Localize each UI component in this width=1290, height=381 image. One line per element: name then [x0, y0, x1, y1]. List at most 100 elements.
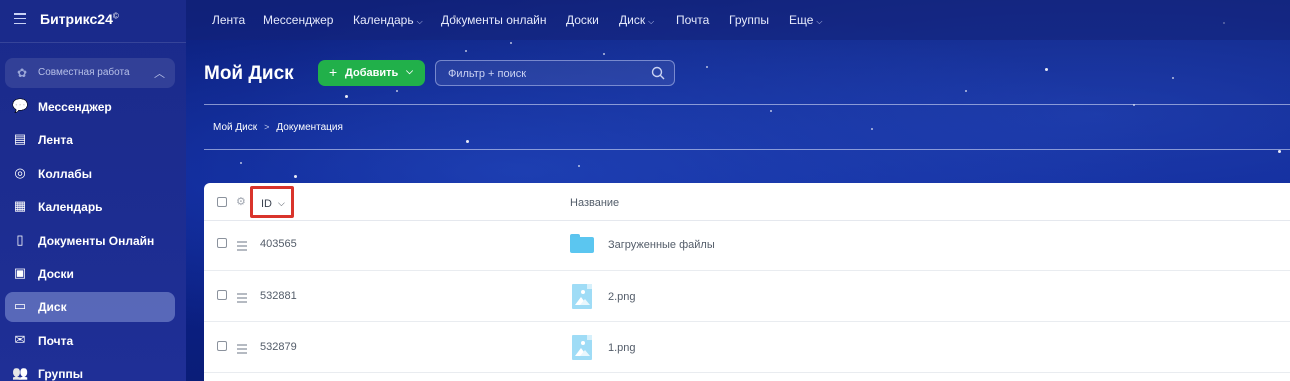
- topnav-item[interactable]: Мессенджер: [263, 13, 333, 27]
- add-button-label: Добавить: [345, 67, 399, 79]
- feed-icon: ▤: [13, 131, 27, 146]
- sidebar-item[interactable]: ▣ Доски: [5, 259, 175, 289]
- folder-icon: [570, 234, 594, 253]
- sidebar-item-label: Календарь: [38, 200, 103, 214]
- groups-icon: 👥: [12, 365, 29, 380]
- select-all-checkbox[interactable]: [217, 197, 227, 207]
- chevron-up-icon: ︿: [154, 68, 165, 80]
- search-input[interactable]: [448, 66, 648, 82]
- sidebar: Битрикс24© ✿ Совместная работа ︿ 💬 Мессен…: [0, 0, 186, 381]
- chevron-down-icon: ⌵: [816, 17, 823, 26]
- sidebar-item-label: Коллабы: [38, 167, 92, 181]
- column-header-id[interactable]: ID ⌵: [250, 186, 294, 218]
- topnav-item-label: Мессенджер: [263, 13, 334, 27]
- star: [1278, 150, 1281, 153]
- sidebar-item[interactable]: ▤ Лента: [5, 125, 175, 155]
- chevron-down-icon: ⌵: [648, 17, 655, 26]
- table-row[interactable]: 403565 Загруженные файлы: [204, 221, 1290, 271]
- filter-search[interactable]: [435, 60, 675, 86]
- files-table: ⚙ ID ⌵ Название 403565 Загруженные файлы 5…: [204, 183, 1290, 381]
- menu-icon[interactable]: [14, 13, 26, 25]
- drag-handle-icon[interactable]: [237, 344, 247, 356]
- topnav-item[interactable]: Документы онлайн: [441, 13, 547, 27]
- chevron-down-icon: ⌵: [406, 66, 413, 76]
- sidebar-group-collaboration[interactable]: ✿ Совместная работа ︿: [5, 58, 175, 88]
- star: [396, 90, 398, 92]
- row-name[interactable]: Загруженные файлы: [608, 239, 715, 251]
- divider: [204, 149, 1290, 150]
- star: [770, 110, 772, 112]
- divider: [204, 104, 1290, 105]
- mail-icon: ✉: [14, 332, 26, 347]
- chevron-down-icon: ⌵: [278, 198, 285, 208]
- star: [1045, 68, 1048, 71]
- column-id-label: ID: [261, 198, 272, 210]
- star: [871, 128, 873, 130]
- board-icon: ▣: [13, 265, 27, 280]
- topnav-item-label: Календарь: [353, 13, 414, 27]
- star: [240, 162, 242, 164]
- topnav-item[interactable]: Лента: [212, 13, 245, 27]
- table-header: ⚙ ID ⌵ Название: [204, 183, 1290, 221]
- top-navigation: Лента Мессенджер Календарь ⌵ Документы онлай…: [186, 0, 1290, 40]
- calendar-icon: ▦: [13, 198, 27, 213]
- logo-row: Битрикс24©: [0, 0, 186, 40]
- topnav-item[interactable]: Еще ⌵: [789, 13, 823, 27]
- sidebar-item-label: Почта: [38, 334, 74, 348]
- star: [603, 53, 605, 55]
- collab-icon: ◎: [14, 165, 26, 180]
- topnav-item-label: Доски: [566, 13, 599, 27]
- document-icon: ▯: [16, 232, 24, 247]
- star: [466, 140, 469, 143]
- image-file-icon: [572, 284, 592, 309]
- sidebar-item[interactable]: 💬 Мессенджер: [5, 92, 175, 122]
- topnav-item[interactable]: Почта: [676, 13, 709, 27]
- row-checkbox[interactable]: [217, 290, 227, 300]
- row-id: 532881: [260, 290, 297, 302]
- drag-handle-icon[interactable]: [237, 293, 247, 305]
- add-button[interactable]: + Добавить ⌵: [318, 60, 425, 86]
- topnav-item-label: Почта: [676, 13, 710, 27]
- page-title: Мой Диск: [204, 63, 294, 84]
- topnav-item[interactable]: Диск ⌵: [619, 13, 654, 27]
- sidebar-group-label: Совместная работа: [38, 67, 130, 78]
- row-name[interactable]: 2.png: [608, 291, 636, 303]
- topnav-item[interactable]: Календарь ⌵: [353, 13, 423, 27]
- breadcrumb-item[interactable]: Документация: [276, 122, 343, 133]
- sidebar-item[interactable]: ▦ Календарь: [5, 192, 175, 222]
- sidebar-item-label: Мессенджер: [38, 100, 112, 114]
- plus-icon: +: [329, 64, 338, 80]
- topnav-item-label: Лента: [212, 13, 246, 27]
- sidebar-item[interactable]: ▭ Диск: [5, 292, 175, 322]
- star: [706, 66, 708, 68]
- sidebar-item-label: Лента: [38, 133, 73, 147]
- row-checkbox[interactable]: [217, 238, 227, 248]
- sidebar-item-label: Документы Онлайн: [38, 234, 155, 248]
- table-row[interactable]: 532881 2.png: [204, 272, 1290, 322]
- star: [965, 90, 967, 92]
- drag-handle-icon[interactable]: [237, 241, 247, 253]
- breadcrumb-item[interactable]: Мой Диск: [213, 122, 257, 133]
- topnav-item[interactable]: Доски: [566, 13, 599, 27]
- sidebar-item[interactable]: ✉ Почта: [5, 326, 175, 356]
- chat-icon: 💬: [12, 98, 29, 113]
- topnav-item[interactable]: Группы: [729, 13, 769, 27]
- row-checkbox[interactable]: [217, 341, 227, 351]
- column-header-name[interactable]: Название: [570, 197, 619, 209]
- breadcrumb: Мой Диск > Документация: [213, 122, 343, 133]
- sidebar-item[interactable]: ◎ Коллабы: [5, 159, 175, 189]
- search-icon[interactable]: [651, 66, 665, 80]
- star: [465, 50, 467, 52]
- sidebar-item[interactable]: ▯ Документы Онлайн: [5, 226, 175, 256]
- chevron-right-icon: >: [264, 122, 270, 132]
- row-name[interactable]: 1.png: [608, 342, 636, 354]
- brand-logo[interactable]: Битрикс24©: [40, 11, 119, 27]
- table-row[interactable]: 532879 1.png: [204, 323, 1290, 373]
- topnav-item-label: Документы онлайн: [441, 13, 547, 27]
- sidebar-item[interactable]: 👥 Группы: [5, 359, 175, 381]
- chevron-down-icon: ⌵: [416, 17, 423, 26]
- divider: [0, 42, 186, 43]
- star: [294, 175, 297, 178]
- gear-icon[interactable]: ⚙: [236, 195, 246, 208]
- disk-icon: ▭: [13, 298, 27, 313]
